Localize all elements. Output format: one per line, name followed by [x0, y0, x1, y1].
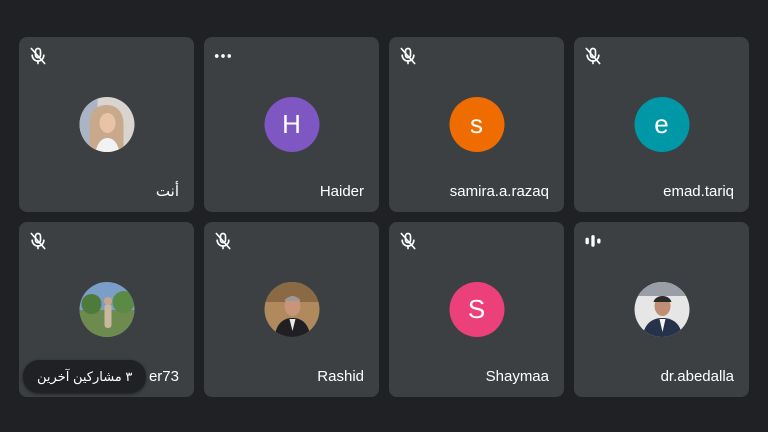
participant-tile-samira[interactable]: s samira.a.razaq	[389, 37, 564, 212]
mic-off-icon	[27, 230, 49, 252]
participant-name: Haider	[319, 183, 364, 200]
participant-name: أنت	[155, 183, 179, 200]
mic-off-icon	[27, 45, 49, 67]
mic-off-icon	[397, 45, 419, 67]
participant-photo	[79, 97, 134, 152]
avatar	[79, 97, 134, 152]
participant-tile-haider[interactable]: H Haider	[204, 37, 379, 212]
avatar-initial: e	[654, 109, 669, 139]
participant-tile-you[interactable]: أنت	[19, 37, 194, 212]
participant-name: Shaymaa	[485, 368, 549, 385]
participant-photo	[264, 282, 319, 337]
mic-off-icon	[397, 230, 419, 252]
avatar-initial: s	[470, 109, 483, 139]
mic-off-icon	[212, 230, 234, 252]
participant-tile-shaymaa[interactable]: S Shaymaa	[389, 222, 564, 397]
participant-name: samira.a.razaq	[449, 183, 549, 200]
avatar: H	[264, 97, 319, 152]
participant-grid: أنت H Haider s samira.a.razaq e emad.tar…	[19, 37, 750, 399]
participant-name: er73	[148, 368, 179, 385]
avatar	[634, 282, 689, 337]
other-participants-chip[interactable]: ٣ مشاركين آخرين	[23, 360, 147, 393]
more-options-icon[interactable]	[212, 45, 234, 67]
avatar	[264, 282, 319, 337]
other-participants-label: ٣ مشاركين آخرين	[37, 368, 133, 384]
avatar: S	[449, 282, 504, 337]
participant-tile-dr-abedalla[interactable]: dr.abedalla	[574, 222, 749, 397]
avatar: s	[449, 97, 504, 152]
participant-photo	[634, 282, 689, 337]
participant-name: dr.abedalla	[660, 368, 734, 385]
participant-name: emad.tariq	[663, 183, 734, 200]
participant-tile-emad[interactable]: e emad.tariq	[574, 37, 749, 212]
participant-photo	[79, 282, 134, 337]
avatar: e	[634, 97, 689, 152]
participant-tile-rashid[interactable]: Rashid	[204, 222, 379, 397]
avatar-initial: H	[282, 109, 301, 139]
avatar	[79, 282, 134, 337]
avatar-initial: S	[467, 294, 486, 324]
speaking-indicator-icon	[582, 230, 604, 252]
mic-off-icon	[582, 45, 604, 67]
participant-name: Rashid	[317, 368, 364, 385]
